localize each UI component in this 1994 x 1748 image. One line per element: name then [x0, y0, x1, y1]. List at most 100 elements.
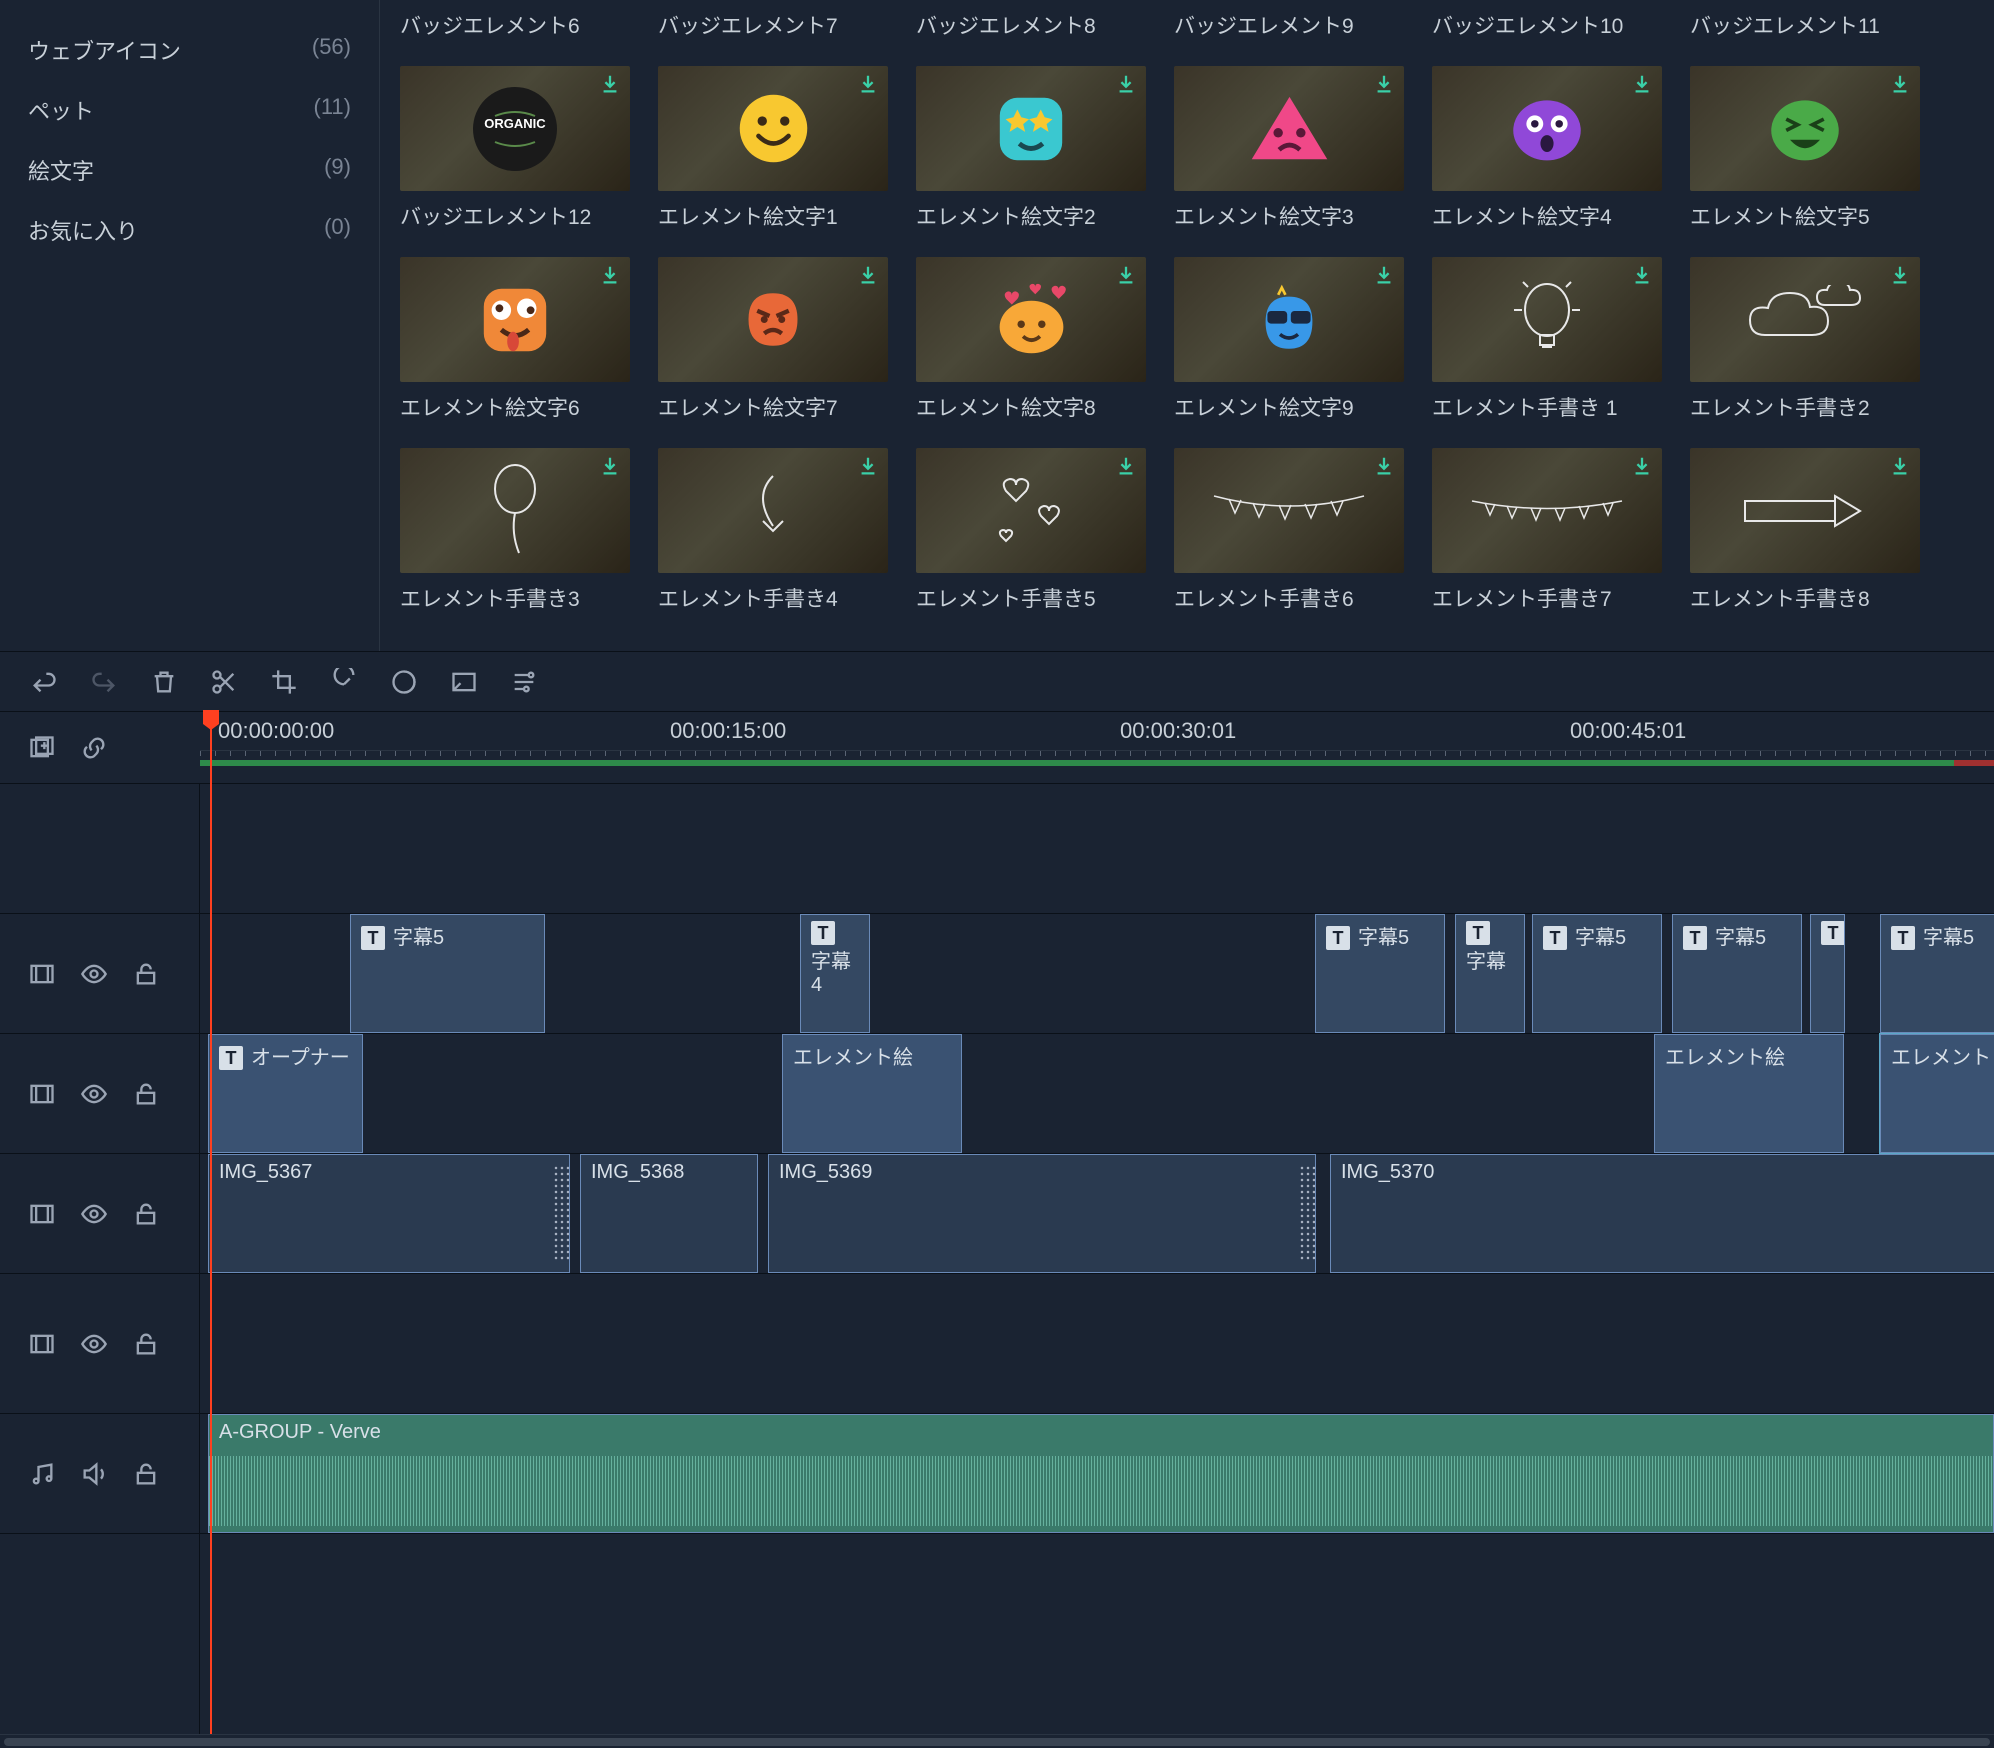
- asset-item[interactable]: バッジエレメント7: [658, 0, 888, 40]
- asset-thumb: [658, 448, 888, 573]
- asset-item[interactable]: エレメント手書き3: [400, 448, 630, 613]
- eye-icon[interactable]: [80, 960, 108, 988]
- clip[interactable]: T字幕5: [350, 914, 545, 1033]
- asset-thumb: [1432, 257, 1662, 382]
- asset-item[interactable]: エレメント絵文字7: [658, 257, 888, 422]
- asset-item[interactable]: エレメント手書き4: [658, 448, 888, 613]
- text-badge-icon: T: [1466, 921, 1490, 945]
- sidebar-item-pets[interactable]: ペット(11): [0, 80, 379, 140]
- filmstrip-icon[interactable]: [28, 1330, 56, 1358]
- download-icon[interactable]: [596, 261, 624, 289]
- link-icon[interactable]: [80, 734, 108, 762]
- asset-item[interactable]: エレメント絵文字4: [1432, 66, 1662, 231]
- clip[interactable]: T字幕5: [1672, 914, 1802, 1033]
- download-icon[interactable]: [1628, 452, 1656, 480]
- clip[interactable]: エレメント: [1880, 1034, 1994, 1153]
- download-icon[interactable]: [1370, 452, 1398, 480]
- delete-icon[interactable]: [150, 668, 178, 696]
- filmstrip-icon[interactable]: [28, 960, 56, 988]
- asset-item[interactable]: エレメント手書き 1: [1432, 257, 1662, 422]
- download-icon[interactable]: [596, 70, 624, 98]
- redo-icon[interactable]: [90, 668, 118, 696]
- asset-item[interactable]: ORGANICバッジエレメント12: [400, 66, 630, 231]
- asset-thumb: [1690, 66, 1920, 191]
- download-icon[interactable]: [596, 452, 624, 480]
- speaker-icon[interactable]: [80, 1460, 108, 1488]
- lock-icon[interactable]: [132, 1200, 160, 1228]
- filmstrip-icon[interactable]: [28, 1080, 56, 1108]
- track-content[interactable]: T字幕5T字幕4T字幕5T字幕T字幕5T字幕5TT字幕5 Tオープナーエレメント…: [200, 784, 1994, 1734]
- asset-item[interactable]: バッジエレメント9: [1174, 0, 1404, 40]
- asset-item[interactable]: エレメント手書き5: [916, 448, 1146, 613]
- sidebar-item-favorites[interactable]: お気に入り(0): [0, 200, 379, 260]
- lock-icon[interactable]: [132, 1460, 160, 1488]
- asset-item[interactable]: バッジエレメント8: [916, 0, 1146, 40]
- asset-item[interactable]: エレメント絵文字1: [658, 66, 888, 231]
- undo-icon[interactable]: [30, 668, 58, 696]
- clip[interactable]: Tオープナー: [208, 1034, 363, 1153]
- clip[interactable]: T字幕5: [1880, 914, 1994, 1033]
- asset-item[interactable]: バッジエレメント10: [1432, 0, 1662, 40]
- lock-icon[interactable]: [132, 1330, 160, 1358]
- clip[interactable]: IMG_5370: [1330, 1154, 1994, 1273]
- download-icon[interactable]: [854, 261, 882, 289]
- download-icon[interactable]: [854, 70, 882, 98]
- asset-item[interactable]: エレメント手書き8: [1690, 448, 1920, 613]
- playhead[interactable]: [210, 712, 212, 1478]
- eye-icon[interactable]: [80, 1080, 108, 1108]
- split-icon[interactable]: [210, 668, 238, 696]
- crop-icon[interactable]: [270, 668, 298, 696]
- eye-icon[interactable]: [80, 1200, 108, 1228]
- clip[interactable]: T字幕5: [1315, 914, 1445, 1033]
- asset-item[interactable]: バッジエレメント11: [1690, 0, 1920, 40]
- audio-clip[interactable]: A-GROUP - Verve: [208, 1414, 1994, 1533]
- clip[interactable]: IMG_5368: [580, 1154, 758, 1273]
- clip[interactable]: T: [1810, 914, 1845, 1033]
- download-icon[interactable]: [1886, 70, 1914, 98]
- greenscreen-icon[interactable]: [450, 668, 478, 696]
- asset-thumb: ORGANIC: [400, 66, 630, 191]
- clip[interactable]: T字幕: [1455, 914, 1525, 1033]
- download-icon[interactable]: [1628, 261, 1656, 289]
- sidebar-item-emoji[interactable]: 絵文字(9): [0, 140, 379, 200]
- lock-icon[interactable]: [132, 1080, 160, 1108]
- music-icon[interactable]: [28, 1460, 56, 1488]
- asset-item[interactable]: エレメント手書き7: [1432, 448, 1662, 613]
- download-icon[interactable]: [1112, 452, 1140, 480]
- asset-item[interactable]: エレメント絵文字2: [916, 66, 1146, 231]
- download-icon[interactable]: [854, 452, 882, 480]
- asset-item[interactable]: エレメント絵文字9: [1174, 257, 1404, 422]
- asset-item[interactable]: バッジエレメント6: [400, 0, 630, 40]
- download-icon[interactable]: [1370, 70, 1398, 98]
- sidebar-item-webicons[interactable]: ウェブアイコン(56): [0, 20, 379, 80]
- clip[interactable]: IMG_5369: [768, 1154, 1316, 1273]
- asset-item[interactable]: エレメント絵文字5: [1690, 66, 1920, 231]
- clip[interactable]: エレメント絵: [1654, 1034, 1844, 1153]
- clip[interactable]: T字幕5: [1532, 914, 1662, 1033]
- clip[interactable]: IMG_5367: [208, 1154, 570, 1273]
- timeline-ruler[interactable]: 00:00:00:0000:00:15:0000:00:30:0100:00:4…: [200, 712, 1994, 783]
- download-icon[interactable]: [1112, 70, 1140, 98]
- lock-icon[interactable]: [132, 960, 160, 988]
- download-icon[interactable]: [1886, 452, 1914, 480]
- asset-thumb: [658, 257, 888, 382]
- asset-item[interactable]: エレメント手書き6: [1174, 448, 1404, 613]
- asset-label: エレメント絵文字3: [1174, 201, 1404, 231]
- download-icon[interactable]: [1628, 70, 1656, 98]
- download-icon[interactable]: [1370, 261, 1398, 289]
- download-icon[interactable]: [1886, 261, 1914, 289]
- asset-item[interactable]: エレメント手書き2: [1690, 257, 1920, 422]
- download-icon[interactable]: [1112, 261, 1140, 289]
- asset-item[interactable]: エレメント絵文字3: [1174, 66, 1404, 231]
- filmstrip-icon[interactable]: [28, 1200, 56, 1228]
- clip[interactable]: T字幕4: [800, 914, 870, 1033]
- add-media-icon[interactable]: [28, 734, 56, 762]
- speed-icon[interactable]: [330, 668, 358, 696]
- settings-icon[interactable]: [510, 668, 538, 696]
- clip[interactable]: エレメント絵: [782, 1034, 962, 1153]
- timeline-scrollbar[interactable]: [0, 1734, 1994, 1748]
- eye-icon[interactable]: [80, 1330, 108, 1358]
- asset-item[interactable]: エレメント絵文字8: [916, 257, 1146, 422]
- asset-item[interactable]: エレメント絵文字6: [400, 257, 630, 422]
- color-icon[interactable]: [390, 668, 418, 696]
